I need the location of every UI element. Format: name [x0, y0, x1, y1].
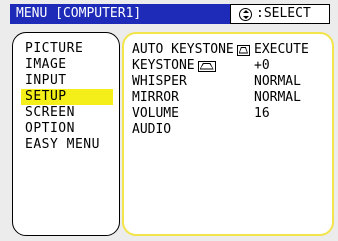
- setting-label: AUTO KEYSTONE: [132, 42, 234, 57]
- setting-label: AUDIO: [132, 122, 172, 137]
- setting-row-auto-keystone[interactable]: AUTO KEYSTONE EXECUTE: [132, 42, 332, 58]
- menu-item-option[interactable]: OPTION: [21, 121, 113, 137]
- setting-value[interactable]: NORMAL: [252, 90, 301, 106]
- setting-row-volume[interactable]: VOLUME 16: [132, 106, 332, 122]
- menu-item-setup[interactable]: SETUP: [21, 89, 113, 105]
- select-hint: :SELECT: [230, 4, 330, 24]
- menu-item-picture[interactable]: PICTURE: [21, 41, 113, 57]
- setting-label: KEYSTONE: [132, 58, 195, 73]
- setting-label-wrapper: KEYSTONE: [132, 58, 252, 74]
- setting-row-whisper[interactable]: WHISPER NORMAL: [132, 74, 332, 90]
- select-dial-icon: [239, 7, 252, 21]
- setting-label: VOLUME: [132, 106, 179, 121]
- setting-value[interactable]: [252, 122, 254, 138]
- setting-row-mirror[interactable]: MIRROR NORMAL: [132, 90, 332, 106]
- setting-label: MIRROR: [132, 90, 179, 105]
- setup-submenu-panel: AUTO KEYSTONE EXECUTE KEYSTONE +0 WHISPE…: [122, 32, 334, 236]
- select-hint-label: :SELECT: [256, 6, 311, 21]
- setting-label-wrapper: AUTO KEYSTONE: [132, 42, 252, 58]
- setup-settings-list: AUTO KEYSTONE EXECUTE KEYSTONE +0 WHISPE…: [132, 42, 332, 138]
- setting-row-audio[interactable]: AUDIO: [132, 122, 332, 138]
- setting-label: WHISPER: [132, 74, 187, 89]
- keystone-icon: [236, 44, 250, 56]
- menu-item-image[interactable]: IMAGE: [21, 57, 113, 73]
- setting-row-keystone[interactable]: KEYSTONE +0: [132, 58, 332, 74]
- menu-window: MENU [COMPUTER1] :SELECT PICTURE IMAGE I…: [0, 0, 338, 241]
- setting-value[interactable]: +0: [252, 58, 270, 74]
- keystone-icon: [197, 60, 216, 72]
- menu-item-screen[interactable]: SCREEN: [21, 105, 113, 121]
- setting-value[interactable]: 16: [252, 106, 270, 122]
- main-menu-panel: PICTURE IMAGE INPUT SETUP SCREEN OPTION …: [12, 32, 120, 236]
- menu-item-input[interactable]: INPUT: [21, 73, 113, 89]
- setting-value[interactable]: EXECUTE: [252, 42, 309, 58]
- setting-value[interactable]: NORMAL: [252, 74, 301, 90]
- menu-item-easy-menu[interactable]: EASY MENU: [21, 137, 113, 153]
- main-menu-list: PICTURE IMAGE INPUT SETUP SCREEN OPTION …: [21, 41, 113, 153]
- menu-title: MENU [COMPUTER1]: [10, 4, 230, 24]
